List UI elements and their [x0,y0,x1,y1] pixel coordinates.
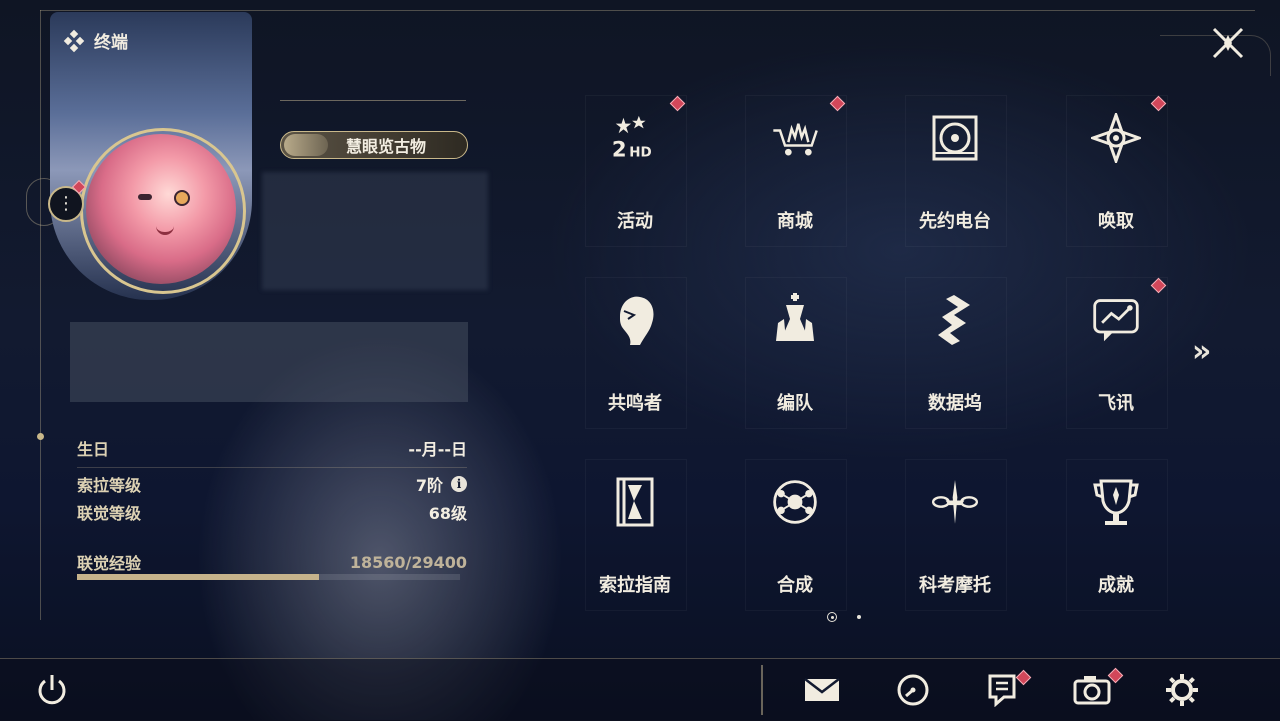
menu-item-shop[interactable]: 商城 [745,95,847,247]
menu-item-label: 共鸣者 [608,393,662,414]
time-icon [897,674,929,706]
info-icon[interactable]: i [451,476,467,492]
menu-item-convene[interactable]: 唤取 [1066,95,1168,247]
frame-dot [37,433,44,440]
birthday-label: 生日 [77,440,110,459]
title-badge-thumbnail [284,134,328,156]
union-level-row: 联觉等级 68级 [77,500,467,524]
terminal-title: 终端 [62,28,128,53]
next-page-chevron-icon[interactable]: » [1192,334,1211,369]
menu-item-messages[interactable]: 飞讯 [1066,277,1168,429]
union-exp-progress-fill [77,574,319,580]
bottom-bar-divider [761,665,763,715]
avatar-mouth [156,224,174,235]
convene-star-icon [1091,113,1141,163]
notice-button[interactable] [982,669,1032,708]
union-level-label: 联觉等级 [77,504,142,523]
avatar-eye [138,194,152,200]
union-level-value: 68级 [428,504,467,523]
synthesis-icon [770,477,820,527]
menu-item-synthesis[interactable]: 合成 [745,459,847,611]
pagination-dot[interactable] [857,615,861,619]
menu-item-label: 科考摩托 [919,575,991,596]
terminal-title-text: 终端 [94,33,128,53]
settings-icon [1166,674,1198,706]
sola-level-value: 7阶 [415,476,443,495]
union-exp-value: 18560/29400 [349,552,467,572]
avatar[interactable] [86,134,236,284]
menu-item-label: 合成 [777,575,813,596]
close-icon [1212,27,1244,59]
menu-item-label: 数据坞 [928,393,982,414]
power-button[interactable] [32,672,72,708]
terminal-diamond-icon [63,29,85,52]
menu-item-resonators[interactable]: 共鸣者 [585,277,687,429]
menu-item-guide[interactable]: 索拉指南 [585,459,687,611]
event-2hd-icon: 2 HD [610,113,660,163]
blurred-bio-area [70,322,468,402]
svg-text:HD: HD [629,145,651,160]
camera-button[interactable] [1072,667,1124,708]
menu-item-label: 活动 [617,211,653,232]
title-badge[interactable]: 慧眼览古物 [280,131,468,159]
svg-text:2: 2 [612,136,627,161]
title-badge-text: 慧眼览古物 [346,137,427,156]
union-exp-row: 联觉经验 18560/29400 [77,550,467,574]
frame-top-line [40,10,1255,11]
menu-item-label: 唤取 [1098,211,1134,232]
settings-button[interactable] [1162,672,1202,708]
notice-icon [988,674,1016,707]
union-exp-progress-bar [77,574,460,580]
guide-book-icon [610,477,660,527]
sola-level-row: 索拉等级 7阶 i [77,472,467,496]
menu-item-label: 飞讯 [1098,393,1134,414]
motorcycle-icon [930,477,980,527]
union-exp-label: 联觉经验 [77,554,142,573]
menu-item-radio[interactable]: 先约电台 [905,95,1007,247]
pagination-dot-active[interactable] [827,612,837,622]
blurred-signature-area [262,172,488,290]
divider [77,467,467,468]
name-underline [280,100,466,101]
menu-item-label: 成就 [1098,575,1134,596]
menu-item-data-bank[interactable]: 数据坞 [905,277,1007,429]
data-bank-icon [930,295,980,345]
birthday-value: --月--日 [408,440,467,459]
chess-team-icon [770,293,820,345]
trophy-icon [1091,477,1141,527]
avatar-eye [174,190,190,206]
menu-item-achievements[interactable]: 成就 [1066,459,1168,611]
chat-message-icon [1091,295,1141,345]
menu-item-motorcycle[interactable]: 科考摩托 [905,459,1007,611]
menu-item-label: 商城 [777,211,813,232]
mail-icon [804,678,840,701]
sola-level-label: 索拉等级 [77,476,142,495]
menu-item-label: 先约电台 [919,211,991,232]
camera-icon [1073,676,1111,705]
pagination [827,612,861,622]
mail-button[interactable] [802,672,842,708]
frame-left-line [40,10,41,620]
birthday-row: 生日 --月--日 [77,436,467,460]
sola-level-value-group: 7阶 i [416,472,467,496]
menu-item-activity[interactable]: 2 HD 活动 [585,95,687,247]
time-button[interactable] [893,672,933,708]
power-icon [38,675,66,705]
menu-item-label: 索拉指南 [599,575,671,596]
resonator-head-icon [610,295,660,345]
menu-item-team[interactable]: 编队 [745,277,847,429]
close-button[interactable] [1208,23,1248,63]
radio-record-icon [930,113,980,163]
menu-item-label: 编队 [777,393,813,414]
shop-cart-icon [770,113,820,163]
